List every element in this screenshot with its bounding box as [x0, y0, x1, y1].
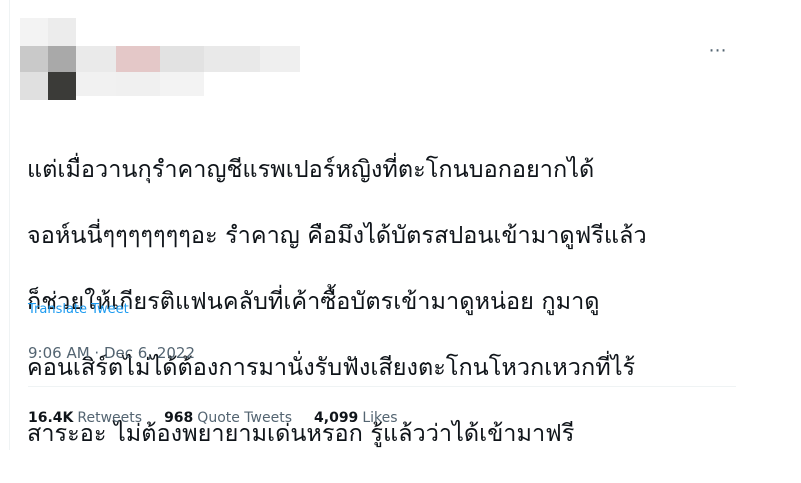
likes-label: Likes: [362, 410, 398, 426]
quote-tweets-count: 968: [164, 410, 194, 426]
engagement-stats: 16.4K Retweets 968 Quote Tweets 4,099 Likes: [28, 410, 398, 426]
translate-tweet-link[interactable]: Translate Tweet: [28, 302, 129, 317]
quote-tweets-label: Quote Tweets: [197, 410, 293, 426]
more-options-icon[interactable]: ⋯: [700, 42, 736, 66]
tweet-text-line: แต่เมื่อวานกุรำคาญชีแรพเปอร์หญิงที่ตะโกน…: [27, 155, 595, 183]
quote-tweets-stat[interactable]: 968 Quote Tweets: [164, 410, 292, 426]
likes-count: 4,099: [314, 410, 359, 426]
tweet-text-line: จอห์นนี่ๆๆๆๆๆๆๆอะ รำคาญ คือมึงได้บัตรสปอ…: [27, 221, 647, 249]
divider: [28, 386, 736, 387]
tweet-text-line: ก็ช่วยให้เกียรติแฟนคลับที่เค้าซื้อบัตรเข…: [27, 287, 600, 315]
retweets-stat[interactable]: 16.4K Retweets: [28, 410, 142, 426]
tweet-timestamp[interactable]: 9:06 AM · Dec 6, 2022: [28, 344, 195, 362]
retweets-count: 16.4K: [28, 410, 74, 426]
tweet-text: แต่เมื่อวานกุรำคาญชีแรพเปอร์หญิงที่ตะโกน…: [27, 120, 757, 483]
left-border: [9, 0, 10, 450]
blurred-author-info: [20, 18, 310, 100]
likes-stat[interactable]: 4,099 Likes: [314, 410, 398, 426]
retweets-label: Retweets: [77, 410, 143, 426]
